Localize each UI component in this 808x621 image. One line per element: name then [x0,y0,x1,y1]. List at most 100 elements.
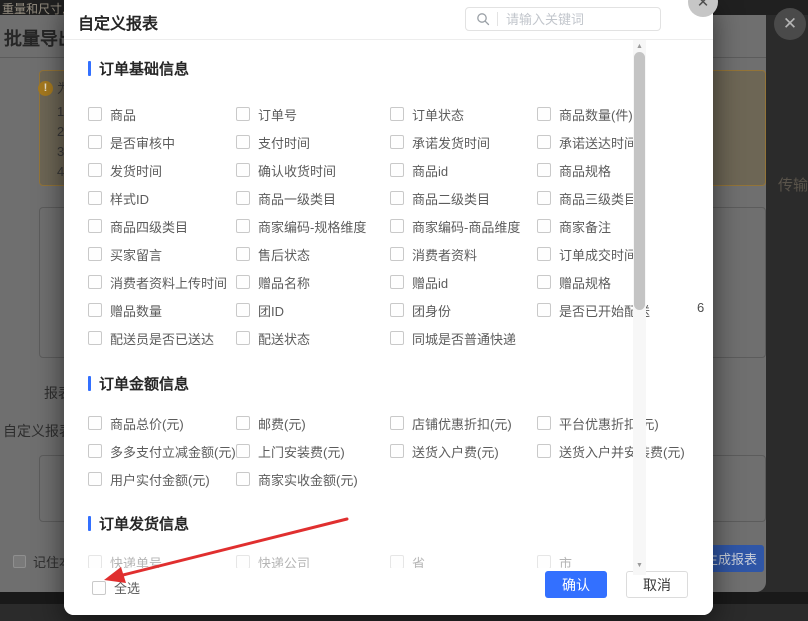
checkbox[interactable] [236,163,250,177]
checkbox[interactable] [236,219,250,233]
scrollbar-down-arrow-icon[interactable]: ▼ [633,559,646,571]
checkbox-item[interactable]: 发货时间 [88,156,236,184]
checkbox[interactable] [390,247,404,261]
checkbox-item[interactable]: 消费者资料上传时间 [88,268,236,296]
checkbox[interactable] [390,107,404,121]
checkbox[interactable] [88,555,102,569]
checkbox-item[interactable]: 赠品数量 [88,296,236,324]
checkbox-item[interactable]: 赠品id [390,268,537,296]
checkbox[interactable] [88,191,102,205]
checkbox[interactable] [236,247,250,261]
checkbox[interactable] [537,163,551,177]
checkbox-item[interactable]: 多多支付立减金额(元) [88,437,236,465]
checkbox[interactable] [390,416,404,430]
checkbox-item[interactable]: 上门安装费(元) [236,437,390,465]
checkbox[interactable] [390,303,404,317]
search-box[interactable] [465,7,661,31]
checkbox[interactable] [88,107,102,121]
checkbox[interactable] [537,219,551,233]
checkbox[interactable] [537,303,551,317]
checkbox-item[interactable]: 商品规格 [537,156,697,184]
checkbox-item[interactable]: 送货入户费(元) [390,437,537,465]
checkbox-item[interactable]: 商品三级类目 [537,184,697,212]
checkbox[interactable] [390,444,404,458]
checkbox[interactable] [88,303,102,317]
checkbox[interactable] [88,331,102,345]
checkbox[interactable] [390,135,404,149]
checkbox-item[interactable]: 送货入户并安装费(元) [537,437,697,465]
checkbox-item[interactable]: 商品数量(件) [537,100,697,128]
checkbox[interactable] [537,555,551,569]
checkbox[interactable] [236,444,250,458]
checkbox[interactable] [537,416,551,430]
checkbox[interactable] [236,472,250,486]
confirm-button[interactable]: 确认 [545,571,607,598]
select-all-checkbox-row[interactable]: 全选 [92,578,140,597]
checkbox-item[interactable]: 商品一级类目 [236,184,390,212]
checkbox-item[interactable]: 承诺发货时间 [390,128,537,156]
checkbox[interactable] [88,275,102,289]
checkbox[interactable] [88,444,102,458]
cancel-button[interactable]: 取消 [626,571,688,598]
checkbox-item[interactable]: 商家备注 [537,212,697,240]
checkbox-item[interactable]: 邮费(元) [236,409,390,437]
checkbox[interactable] [236,416,250,430]
checkbox-item[interactable]: 商品 [88,100,236,128]
checkbox[interactable] [88,163,102,177]
checkbox[interactable] [236,331,250,345]
checkbox-item[interactable]: 商家编码-规格维度 [236,212,390,240]
checkbox[interactable] [390,219,404,233]
checkbox[interactable] [88,472,102,486]
checkbox-item[interactable]: 确认收货时间 [236,156,390,184]
checkbox-item[interactable]: 买家留言 [88,240,236,268]
checkbox-item[interactable]: 平台优惠折扣(元) [537,409,697,437]
checkbox-item[interactable]: 商品四级类目 [88,212,236,240]
checkbox[interactable] [88,247,102,261]
checkbox[interactable] [236,107,250,121]
checkbox[interactable] [88,416,102,430]
checkbox-item[interactable]: 商家编码-商品维度 [390,212,537,240]
checkbox[interactable] [236,275,250,289]
checkbox-item[interactable]: 订单号 [236,100,390,128]
checkbox[interactable] [537,191,551,205]
checkbox[interactable] [537,135,551,149]
checkbox-item[interactable]: 用户实付金额(元) [88,465,236,493]
checkbox-item[interactable]: 商家实收金额(元) [236,465,390,493]
checkbox-item[interactable]: 商品总价(元) [88,409,236,437]
checkbox-item[interactable]: 商品id [390,156,537,184]
checkbox[interactable] [537,444,551,458]
checkbox-item[interactable]: 店铺优惠折扣(元) [390,409,537,437]
checkbox-item[interactable]: 同城是否普通快递 [390,324,537,352]
checkbox[interactable] [236,135,250,149]
modal-scrollbar[interactable]: ▲ ▼ [633,40,646,575]
scrollbar-thumb[interactable] [634,52,645,310]
checkbox-item[interactable]: 团ID [236,296,390,324]
checkbox[interactable] [92,580,106,595]
checkbox[interactable] [390,275,404,289]
drawer-close-icon[interactable]: ✕ [774,8,806,40]
checkbox[interactable] [537,247,551,261]
checkbox-item[interactable]: 是否已开始配送 [537,296,697,324]
checkbox-item[interactable]: 团身份 [390,296,537,324]
checkbox-item[interactable]: 售后状态 [236,240,390,268]
checkbox[interactable] [13,555,26,568]
checkbox-item[interactable]: 订单状态 [390,100,537,128]
checkbox-item[interactable]: 赠品规格 [537,268,697,296]
checkbox[interactable] [88,135,102,149]
scrollbar-up-arrow-icon[interactable]: ▲ [633,40,646,52]
checkbox[interactable] [236,555,250,569]
checkbox[interactable] [537,107,551,121]
checkbox[interactable] [390,331,404,345]
checkbox-item[interactable]: 订单成交时间 [537,240,697,268]
checkbox-item[interactable]: 赠品名称 [236,268,390,296]
checkbox-item[interactable]: 配送员是否已送达 [88,324,236,352]
checkbox[interactable] [390,191,404,205]
checkbox-item[interactable]: 配送状态 [236,324,390,352]
checkbox-item[interactable]: 消费者资料 [390,240,537,268]
checkbox[interactable] [537,275,551,289]
checkbox-item[interactable]: 样式ID [88,184,236,212]
checkbox[interactable] [236,303,250,317]
checkbox[interactable] [390,555,404,569]
search-input[interactable] [506,11,660,27]
checkbox-item[interactable]: 支付时间 [236,128,390,156]
